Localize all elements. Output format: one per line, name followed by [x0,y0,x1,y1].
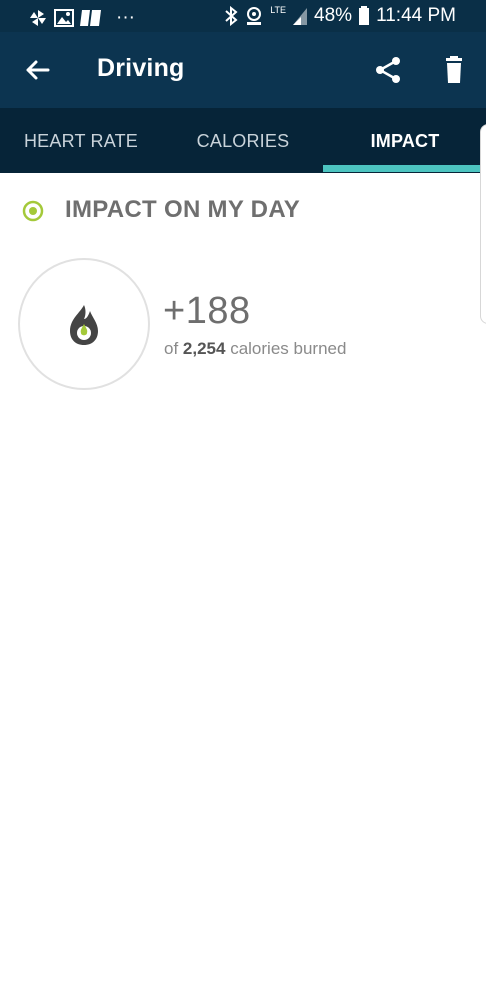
clock: 11:44 PM [376,5,456,26]
battery-percent: 48% [314,5,353,26]
page-title: Driving [97,54,185,82]
image-icon [54,9,74,27]
share-icon [376,57,400,83]
caption-prefix: of [164,339,179,358]
delete-button[interactable] [438,54,470,86]
lte-label: LTE [270,5,287,15]
tab-impact[interactable]: IMPACT [324,108,486,173]
signal-icon [293,8,308,25]
caption-suffix: calories burned [230,339,347,358]
section-title: IMPACT ON MY DAY [65,196,301,223]
trash-icon [446,56,462,83]
battery-icon [359,6,370,25]
active-tab-indicator [323,165,486,172]
share-button[interactable] [372,54,404,86]
impact-calories-value: +188 [163,290,251,332]
bluetooth-icon [225,6,238,26]
pinwheel-icon [30,10,46,26]
target-dot-icon [22,200,44,222]
notification-dots: ··· [116,7,135,28]
tab-bar: HEART RATE CALORIES IMPACT [0,108,486,173]
flame-icon [70,305,98,345]
scroll-handle[interactable] [480,124,486,324]
card-icon [80,10,101,26]
back-arrow-icon [26,60,50,80]
status-bar: ··· LTE 48% 11:44 PM [0,0,486,32]
impact-circle [18,258,150,390]
back-button[interactable] [22,54,54,86]
app-bar: Driving [0,32,486,108]
impact-calories-caption: of 2,254 calories burned [164,339,346,359]
cast-icon [247,7,262,25]
tab-calories[interactable]: CALORIES [162,108,324,173]
tab-heart-rate[interactable]: HEART RATE [0,108,162,173]
total-calories: 2,254 [182,339,226,358]
